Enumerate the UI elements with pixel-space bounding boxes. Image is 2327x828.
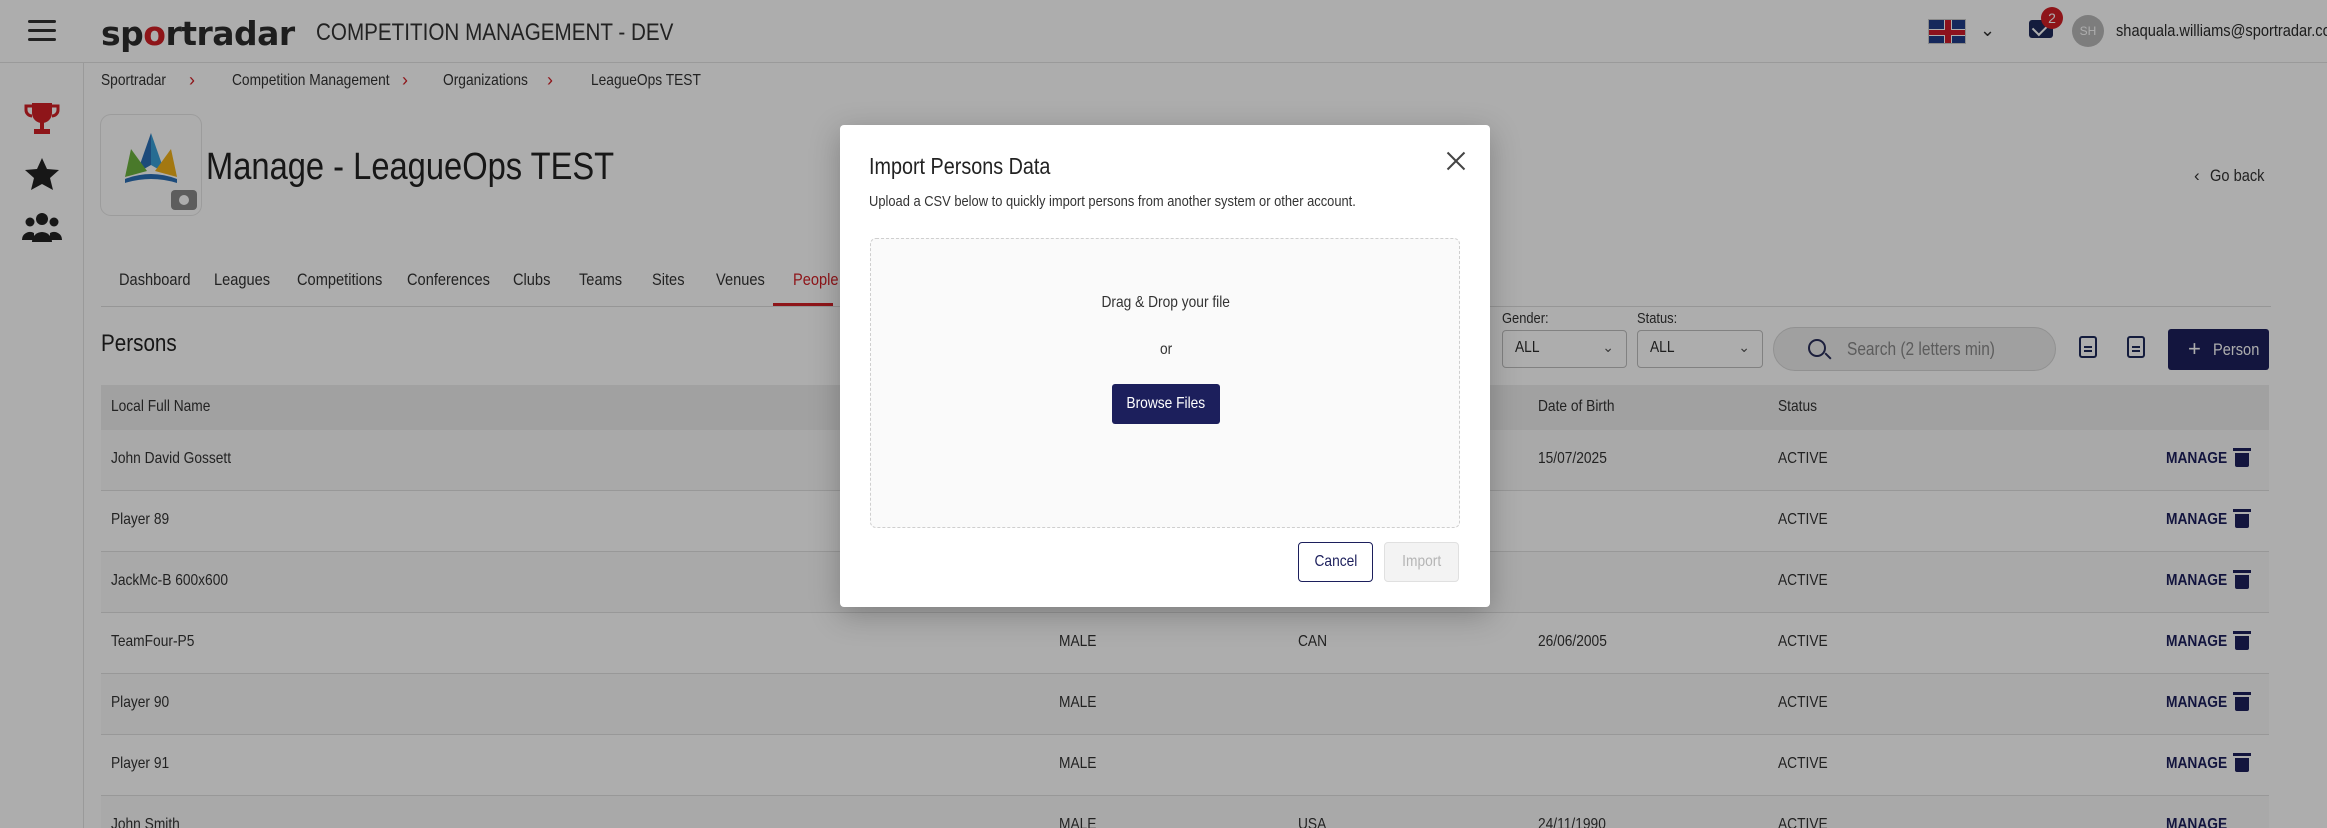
drag-drop-text: Drag & Drop your file: [1101, 294, 1231, 311]
dialog-title: Import Persons Data: [869, 153, 1051, 179]
close-icon[interactable]: [1444, 149, 1468, 173]
import-persons-dialog: Import Persons Data Upload a CSV below t…: [840, 125, 1490, 607]
cancel-button[interactable]: Cancel: [1298, 542, 1373, 582]
browse-files-button[interactable]: Browse Files: [1112, 384, 1220, 424]
dialog-subtitle: Upload a CSV below to quickly import per…: [869, 193, 1356, 210]
file-dropzone[interactable]: Drag & Drop your file or Browse Files: [870, 238, 1460, 528]
or-text: or: [1159, 341, 1173, 358]
import-button[interactable]: Import: [1384, 542, 1459, 582]
